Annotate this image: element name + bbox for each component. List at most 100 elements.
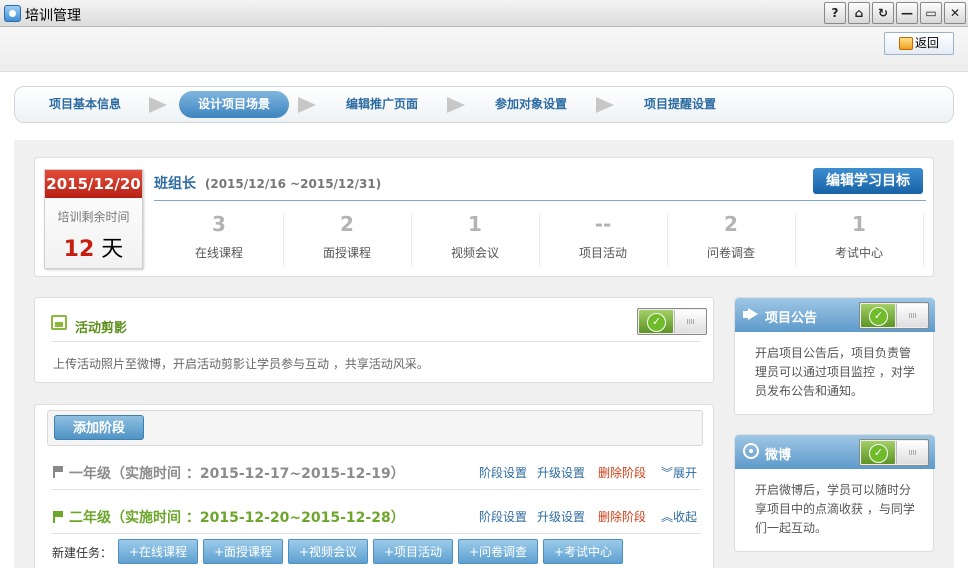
collapse-label: 收起 xyxy=(673,510,698,524)
minimize-icon[interactable]: — xyxy=(896,2,918,24)
activity-title: 活动剪影 xyxy=(75,321,128,336)
new-task-label: 新建任务： xyxy=(52,546,113,560)
stages-panel: 添加阶段 一年级（实施时间 ：2015-12-17~2015-12-19） 阶段… xyxy=(34,404,714,568)
stat-label: 项目活动 xyxy=(578,246,627,260)
window-title: 培训管理 xyxy=(25,8,81,24)
close-icon[interactable]: ✕ xyxy=(944,2,966,24)
weibo-header: 微博 xyxy=(735,435,935,469)
role-heading: 班组长 (2015/12/16 ~2015/12/31) xyxy=(154,173,381,193)
divider xyxy=(923,214,924,266)
calendar-date: 2015/12/20 xyxy=(45,170,142,198)
weibo-desc: 开启微博后，学员可以随时分享项目中的点滴收获 ，与同学们一起互动。 xyxy=(755,483,915,535)
announcement-toggle[interactable] xyxy=(859,302,929,329)
divider xyxy=(51,341,701,342)
add-survey-button[interactable]: +问卷调查 xyxy=(458,539,538,564)
stat-value: 2 xyxy=(724,212,738,236)
megaphone-icon xyxy=(743,308,759,321)
edit-goal-button[interactable]: 编辑学习目标 xyxy=(813,168,923,194)
step-arrow-icon xyxy=(298,97,316,113)
toggle-on-check-icon xyxy=(861,441,895,464)
activity-toggle[interactable] xyxy=(637,308,707,335)
stat-value: 1 xyxy=(468,212,482,236)
step-arrow-icon xyxy=(447,97,465,113)
maximize-icon[interactable]: ▭ xyxy=(920,2,942,24)
remaining-days: 12 天 xyxy=(45,231,142,263)
stage-settings-link[interactable]: 阶段设置 xyxy=(479,464,527,481)
announcement-panel: 项目公告 开启项目公告后，项目负责管理员可以通过项目监控 ，对学员发布公告和通知… xyxy=(734,297,935,415)
step-participants[interactable]: 参加对象设置 xyxy=(495,91,585,118)
weibo-title: 微博 xyxy=(765,448,792,463)
weibo-toggle[interactable] xyxy=(859,439,929,466)
stat-label: 面授课程 xyxy=(322,246,371,260)
stat-video-meeting[interactable]: 1 视频会议 xyxy=(411,210,539,268)
add-exam-button[interactable]: +考试中心 xyxy=(543,539,623,564)
add-project-activity-button[interactable]: +项目活动 xyxy=(373,539,453,564)
title-bar: 培训管理 ? ⌂ ↻ — ▭ ✕ xyxy=(0,0,968,27)
add-video-meeting-button[interactable]: +视频会议 xyxy=(288,539,368,564)
toggle-handle xyxy=(896,441,928,464)
summary-card: 2015/12/20 培训剩余时间 12 天 班组长 (2015/12/16 ~… xyxy=(34,157,934,277)
remaining-value: 12 xyxy=(63,237,95,262)
upgrade-settings-link[interactable]: 升级设置 xyxy=(537,508,585,525)
stat-label: 考试中心 xyxy=(834,246,883,260)
stage-title[interactable]: 二年级（实施时间 ：2015-12-20~2015-12-28） xyxy=(69,507,405,527)
divider xyxy=(51,489,701,490)
step-arrow-icon xyxy=(149,97,167,113)
stat-exam-center[interactable]: 1 考试中心 xyxy=(795,210,923,268)
photo-icon xyxy=(51,315,67,330)
flag-icon xyxy=(53,466,64,478)
step-basic-info[interactable]: 项目基本信息 xyxy=(49,91,139,118)
role-date-range: (2015/12/16 ~2015/12/31) xyxy=(204,177,382,191)
activity-panel: 活动剪影 上传活动照片至微博，开启活动剪影让学员参与互动 ，共享活动风采。 xyxy=(34,297,714,383)
add-stage-button[interactable]: 添加阶段 xyxy=(54,415,144,440)
toolbar: 返回 xyxy=(0,27,968,72)
expand-link[interactable]: ︾展开 xyxy=(661,464,697,481)
chevron-down-icon: ︾ xyxy=(661,466,674,480)
stat-project-activity[interactable]: -- 项目活动 xyxy=(539,210,667,268)
stat-value: 1 xyxy=(852,212,866,236)
stage-settings-link[interactable]: 阶段设置 xyxy=(479,508,527,525)
toggle-on-check-icon xyxy=(861,304,895,327)
stage-title[interactable]: 一年级（实施时间 ：2015-12-17~2015-12-19） xyxy=(69,463,405,483)
upgrade-settings-link[interactable]: 升级设置 xyxy=(537,464,585,481)
stat-classroom-course[interactable]: 2 面授课程 xyxy=(283,210,411,268)
divider xyxy=(51,533,701,534)
back-icon xyxy=(899,37,913,50)
stat-value: -- xyxy=(594,212,612,236)
help-icon[interactable]: ? xyxy=(824,2,846,24)
toggle-handle xyxy=(674,310,706,333)
app-icon xyxy=(4,5,21,22)
stage-toolbar: 添加阶段 xyxy=(47,410,703,446)
step-edit-promo[interactable]: 编辑推广页面 xyxy=(346,91,436,118)
announcement-desc: 开启项目公告后，项目负责管理员可以通过项目监控 ，对学员发布公告和通知。 xyxy=(755,346,915,398)
chevron-up-icon: ︽ xyxy=(661,510,674,524)
delete-stage-link[interactable]: 删除阶段 xyxy=(598,464,646,481)
step-reminders[interactable]: 项目提醒设置 xyxy=(644,91,734,118)
calendar: 2015/12/20 培训剩余时间 12 天 xyxy=(44,169,143,269)
toggle-handle xyxy=(896,304,928,327)
add-classroom-course-button[interactable]: +面授课程 xyxy=(203,539,283,564)
stat-survey[interactable]: 2 问卷调查 xyxy=(667,210,795,268)
stat-online-course[interactable]: 3 在线课程 xyxy=(155,210,283,268)
announcement-title: 项目公告 xyxy=(765,311,818,326)
add-online-course-button[interactable]: +在线课程 xyxy=(118,539,198,564)
step-design-scene[interactable]: 设计项目场景 xyxy=(179,91,289,118)
delete-stage-link[interactable]: 删除阶段 xyxy=(598,508,646,525)
home-icon[interactable]: ⌂ xyxy=(848,2,870,24)
wizard-steps: 项目基本信息 设计项目场景 编辑推广页面 参加对象设置 项目提醒设置 xyxy=(14,86,954,123)
remaining-unit: 天 xyxy=(101,237,124,262)
step-arrow-icon xyxy=(596,97,614,113)
stat-value: 3 xyxy=(212,212,226,236)
back-button[interactable]: 返回 xyxy=(884,32,954,55)
stat-label: 视频会议 xyxy=(450,246,499,260)
refresh-icon[interactable]: ↻ xyxy=(872,2,894,24)
flag-icon xyxy=(53,511,64,523)
weibo-panel: 微博 开启微博后，学员可以随时分享项目中的点滴收获 ，与同学们一起互动。 xyxy=(734,434,935,552)
back-label: 返回 xyxy=(915,36,940,50)
stat-label: 问卷调查 xyxy=(706,246,755,260)
activity-desc: 上传活动照片至微博，开启活动剪影让学员参与互动 ，共享活动风采。 xyxy=(53,357,429,371)
stat-label: 在线课程 xyxy=(194,246,243,260)
stat-value: 2 xyxy=(340,212,354,236)
role-name: 班组长 xyxy=(154,176,196,192)
collapse-link[interactable]: ︽收起 xyxy=(661,508,697,525)
